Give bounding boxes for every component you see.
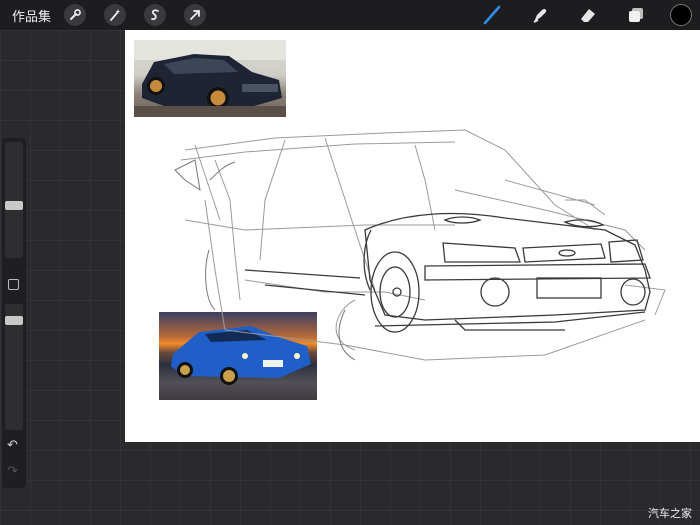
transform-arrow-icon[interactable] bbox=[184, 4, 206, 26]
top-toolbar: 作品集 bbox=[0, 0, 700, 30]
color-picker-button[interactable] bbox=[670, 4, 692, 26]
eraser-icon[interactable] bbox=[576, 3, 600, 27]
magic-wand-icon[interactable] bbox=[104, 4, 126, 26]
left-sidebar: ↶ ↷ bbox=[2, 138, 26, 488]
modify-button[interactable] bbox=[8, 279, 19, 290]
gallery-button[interactable]: 作品集 bbox=[12, 6, 51, 25]
watermark: 汽车之家 bbox=[648, 507, 692, 520]
brush-size-slider-thumb[interactable] bbox=[5, 200, 23, 210]
car-sketch-drawing bbox=[174, 129, 666, 361]
selection-icon[interactable] bbox=[144, 4, 166, 26]
wrench-icon[interactable] bbox=[64, 4, 86, 26]
layers-icon[interactable] bbox=[624, 3, 648, 27]
redo-icon[interactable]: ↷ bbox=[7, 464, 18, 479]
undo-icon[interactable]: ↶ bbox=[7, 438, 18, 453]
opacity-slider-thumb[interactable] bbox=[5, 315, 23, 325]
smudge-icon[interactable] bbox=[528, 3, 552, 27]
brush-icon[interactable] bbox=[480, 3, 504, 27]
